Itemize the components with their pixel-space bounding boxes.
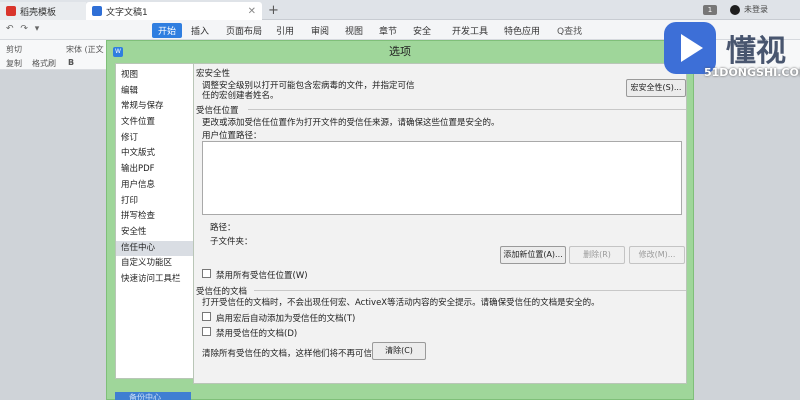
menu-item-layout[interactable]: 页面布局 — [226, 24, 262, 37]
format-painter-button[interactable]: 格式刷 — [32, 58, 56, 69]
nav-item-spell-check[interactable]: 拼写检查 — [116, 209, 194, 225]
tab-docer[interactable]: 稻壳模板 — [0, 2, 86, 20]
wps-docer-icon — [6, 6, 16, 16]
add-location-button[interactable]: 添加新位置(A)... — [500, 246, 566, 264]
section-divider — [254, 290, 686, 291]
nav-item-security[interactable]: 安全性 — [116, 225, 194, 241]
tab-document[interactable]: 文字文稿1 ✕ — [86, 2, 262, 20]
user-locations-label: 用户位置路径： — [202, 131, 262, 141]
window-count-badge[interactable]: 1 — [703, 5, 717, 15]
watermark-url: 51DONGSHI.COM — [704, 66, 800, 79]
macro-description-2: 任的宏创建者姓名。 — [202, 91, 279, 101]
clear-button[interactable]: 清除(C) — [372, 342, 426, 360]
copy-button[interactable]: 复制 — [6, 58, 22, 69]
bold-button[interactable]: B — [68, 58, 74, 67]
subfolder-label: 子文件夹： — [210, 237, 253, 247]
nav-item-revisions[interactable]: 修订 — [116, 131, 194, 147]
wps-writer-icon — [92, 6, 102, 16]
watermark-text: 懂视 — [726, 34, 786, 69]
login-status[interactable]: 未登录 — [744, 4, 768, 15]
path-label: 路径： — [210, 223, 236, 233]
menu-item-home[interactable]: 开始 — [152, 23, 183, 38]
nav-item-edit[interactable]: 编辑 — [116, 84, 194, 100]
nav-item-print[interactable]: 打印 — [116, 194, 194, 210]
menu-item-insert[interactable]: 插入 — [191, 24, 209, 37]
modify-location-button[interactable]: 修改(M)... — [629, 246, 685, 264]
nav-item-chinese-layout[interactable]: 中文版式 — [116, 146, 194, 162]
disable-trusted-docs-label: 禁用受信任的文档(D) — [216, 329, 298, 339]
nav-item-view[interactable]: 视图 — [116, 68, 194, 84]
nav-item-export-pdf[interactable]: 输出PDF — [116, 162, 194, 178]
documents-description: 打开受信任的文档时，不会出现任何宏、ActiveX等活动内容的安全提示。请确保受… — [202, 298, 600, 308]
menu-item-features[interactable]: 特色应用 — [504, 24, 540, 37]
nav-item-quick-access-toolbar[interactable]: 快速访问工具栏 — [116, 272, 194, 288]
trust-center-pane: 宏安全性 调整安全级别以打开可能包含宏病毒的文件，并指定可信 任的宏创建者姓名。… — [193, 63, 687, 384]
menu-item-chapter[interactable]: 章节 — [379, 24, 397, 37]
font-select[interactable]: 宋体 (正文 — [66, 44, 104, 55]
menu-item-developer[interactable]: 开发工具 — [452, 24, 488, 37]
locations-description: 更改或添加受信任位置作为打开文件的受信任来源，请确保这些位置是安全的。 — [202, 118, 500, 128]
play-icon — [681, 34, 703, 62]
macro-security-button[interactable]: 宏安全性(S)... — [626, 79, 686, 97]
menu-item-review[interactable]: 审阅 — [311, 24, 329, 37]
nav-item-trust-center[interactable]: 信任中心 — [116, 240, 194, 257]
tab-bar: 稻壳模板 文字文稿1 ✕ + 1 未登录 — [0, 0, 800, 20]
auto-trust-macro-label: 启用宏后自动添加为受信任的文档(T) — [216, 314, 356, 324]
nav-item-file-locations[interactable]: 文件位置 — [116, 115, 194, 131]
new-tab-button[interactable]: + — [268, 3, 279, 18]
nav-item-user-info[interactable]: 用户信息 — [116, 178, 194, 194]
disable-all-locations-checkbox[interactable] — [202, 269, 211, 278]
nav-item-customize-ribbon[interactable]: 自定义功能区 — [116, 256, 194, 272]
quick-access-icons[interactable]: ↶ ↷ ▾ — [6, 24, 41, 34]
options-dialog: W 选项 视图 编辑 常规与保存 文件位置 修订 中文版式 输出PDF 用户信息… — [106, 40, 694, 400]
nav-item-general-save[interactable]: 常规与保存 — [116, 99, 194, 115]
disable-trusted-docs-checkbox[interactable] — [202, 327, 211, 336]
tab-label: 文字文稿1 — [106, 7, 148, 18]
close-icon[interactable]: ✕ — [248, 6, 256, 17]
disable-all-locations-label: 禁用所有受信任位置(W) — [216, 271, 308, 281]
delete-location-button[interactable]: 删除(R) — [569, 246, 625, 264]
search-input[interactable]: Q查找 — [557, 24, 582, 37]
avatar[interactable] — [730, 5, 740, 15]
backup-center-button[interactable]: 备份中心 — [115, 392, 191, 400]
clear-trusted-docs-text: 清除所有受信任的文档，这样他们将不再可信 — [202, 349, 373, 359]
section-divider — [248, 109, 686, 110]
dialog-title: 选项 — [389, 45, 411, 58]
menu-item-references[interactable]: 引用 — [276, 24, 294, 37]
tab-label: 稻壳模板 — [20, 7, 57, 18]
macro-section-title: 宏安全性 — [196, 69, 231, 79]
options-nav: 视图 编辑 常规与保存 文件位置 修订 中文版式 输出PDF 用户信息 打印 拼… — [115, 63, 195, 379]
trusted-locations-list[interactable] — [202, 141, 682, 215]
menu-item-security[interactable]: 安全 — [413, 24, 431, 37]
auto-trust-macro-checkbox[interactable] — [202, 312, 211, 321]
locations-section-title: 受信任位置 — [196, 106, 239, 116]
menu-item-view[interactable]: 视图 — [345, 24, 363, 37]
cut-button[interactable]: 剪切 — [6, 44, 22, 55]
